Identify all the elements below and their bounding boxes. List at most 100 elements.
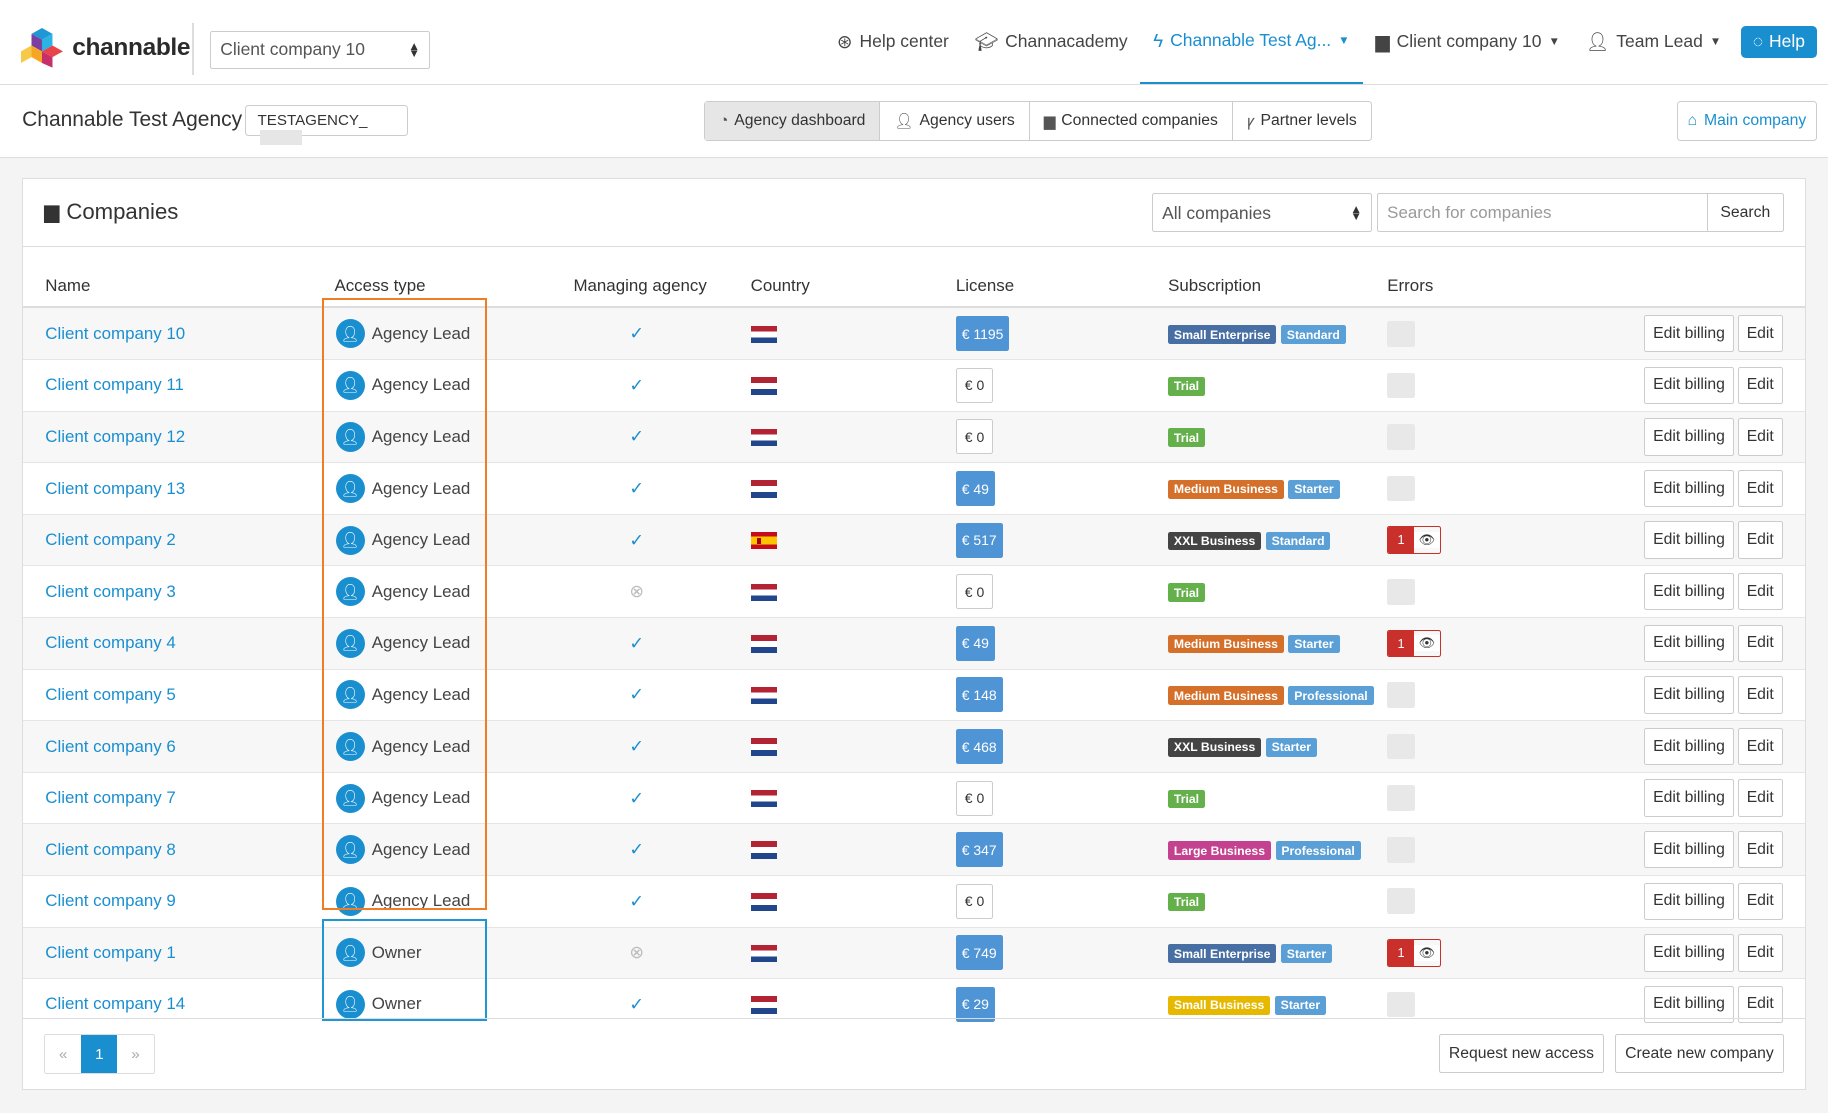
error-count: 0 xyxy=(1387,888,1416,915)
edit-billing-button[interactable]: Edit billing xyxy=(1644,418,1735,456)
subscription: Medium Business Professional xyxy=(1168,668,1388,721)
edit-button[interactable]: Edit xyxy=(1737,366,1783,404)
edit-button[interactable]: Edit xyxy=(1737,934,1783,972)
company-name-link[interactable]: Client company 4 xyxy=(23,617,335,670)
company-name-link[interactable]: Client company 11 xyxy=(23,359,335,412)
panel-title: ▆ Companies xyxy=(44,199,178,225)
access-type: 👤︎ Agency Lead xyxy=(334,577,573,607)
tab-partner-levels[interactable]: ꝩ Partner levels xyxy=(1231,102,1371,140)
search-input[interactable]: Search for companies xyxy=(1376,193,1708,232)
edit-billing-button[interactable]: Edit billing xyxy=(1644,469,1735,508)
flag-nl-icon xyxy=(750,893,778,911)
nav-user-dropdown[interactable]: 👤︎ Team Lead ▼ xyxy=(1573,0,1734,84)
company-name-link[interactable]: Client company 13 xyxy=(23,462,335,515)
check-circle-icon: ✓ xyxy=(629,374,645,395)
company-name-link[interactable]: Client company 5 xyxy=(23,668,335,721)
companies-table: Name Access type Managing agency Country… xyxy=(23,247,1806,1030)
tab-connected-companies[interactable]: ▆ Connected companies xyxy=(1028,102,1232,140)
edit-button[interactable]: Edit xyxy=(1737,676,1783,714)
users-icon: 👤︎ xyxy=(894,112,914,130)
edit-billing-button[interactable]: Edit billing xyxy=(1644,521,1735,559)
edit-billing-button[interactable]: Edit billing xyxy=(1644,831,1735,869)
edit-billing-button[interactable]: Edit billing xyxy=(1644,315,1735,353)
license-amount: € 468 xyxy=(955,729,1003,764)
nav-agency-dropdown[interactable]: ϟ Channable Test Ag... ▼ xyxy=(1140,0,1363,84)
eye-icon[interactable]: 👁︎ xyxy=(1413,944,1440,961)
row-actions: Edit billing Edit xyxy=(1457,720,1806,773)
license-amount: € 49 xyxy=(955,471,995,507)
company-name-link[interactable]: Client company 1 xyxy=(23,926,335,979)
col-access-type: Access type xyxy=(334,247,574,309)
help-button[interactable]: ◌ Help xyxy=(1741,25,1817,59)
country xyxy=(750,823,956,876)
search-button[interactable]: Search xyxy=(1706,193,1784,232)
edit-button[interactable]: Edit xyxy=(1737,573,1783,611)
col-errors: Errors xyxy=(1387,247,1458,309)
edit-billing-button[interactable]: Edit billing xyxy=(1644,573,1735,611)
edit-button[interactable]: Edit xyxy=(1737,469,1783,508)
nav-help-center[interactable]: ⊛ Help center xyxy=(824,0,962,84)
nav-company-dropdown[interactable]: ▆ Client company 10 ▼ xyxy=(1363,0,1573,84)
license-amount: € 0 xyxy=(955,367,994,403)
edit-billing-button[interactable]: Edit billing xyxy=(1644,727,1735,766)
request-access-button[interactable]: Request new access xyxy=(1438,1034,1605,1073)
access-type: 👤︎ Agency Lead xyxy=(334,628,573,658)
edit-button[interactable]: Edit xyxy=(1737,779,1783,817)
edit-button[interactable]: Edit xyxy=(1737,727,1783,766)
company-name-link[interactable]: Client company 12 xyxy=(23,410,335,463)
subscription-badge: Standard xyxy=(1265,531,1331,551)
edit-billing-button[interactable]: Edit billing xyxy=(1644,934,1735,972)
select-arrows-icon: ▲ ▼ xyxy=(408,40,420,61)
edit-button[interactable]: Edit xyxy=(1737,315,1783,353)
flag-nl-icon xyxy=(750,944,778,963)
edit-billing-button[interactable]: Edit billing xyxy=(1644,882,1735,920)
license: € 49 xyxy=(955,617,1169,670)
col-name[interactable]: Name xyxy=(23,247,335,309)
tab-agency-users[interactable]: 👤︎ Agency users xyxy=(879,102,1028,140)
error-indicator[interactable]: 1 👁︎ xyxy=(1387,629,1441,658)
error-indicator[interactable]: 1 👁︎ xyxy=(1387,526,1441,554)
check-circle-icon: ✓ xyxy=(629,890,645,911)
company-filter-select[interactable]: All companies ▲ ▼ xyxy=(1151,193,1373,232)
subscription: Trial xyxy=(1168,771,1388,824)
license: € 1195 xyxy=(955,306,1169,360)
company-name-link[interactable]: Client company 9 xyxy=(23,874,335,928)
create-company-button[interactable]: Create new company xyxy=(1614,1034,1785,1073)
error-count: 0 xyxy=(1387,785,1416,811)
flag-es-icon xyxy=(750,531,778,550)
edit-billing-button[interactable]: Edit billing xyxy=(1644,676,1735,714)
edit-button[interactable]: Edit xyxy=(1737,521,1783,559)
company-name-link[interactable]: Client company 3 xyxy=(23,565,335,618)
main-company-button[interactable]: ⌂ Main company xyxy=(1677,101,1817,141)
tab-agency-dashboard[interactable]: ◔ Agency dashboard xyxy=(705,102,880,140)
pagination-page[interactable]: 1 xyxy=(81,1035,118,1073)
help-button-label: Help xyxy=(1769,31,1805,52)
eye-icon[interactable]: 👁︎ xyxy=(1413,635,1440,652)
check-circle-icon: ✓ xyxy=(629,632,645,653)
briefcase-icon: ▆ xyxy=(44,201,60,224)
channable-logo[interactable]: channable xyxy=(20,27,190,68)
eye-icon[interactable]: 👁︎ xyxy=(1413,532,1440,549)
pagination-prev[interactable]: « xyxy=(45,1035,81,1072)
company-name-link[interactable]: Client company 7 xyxy=(23,771,335,824)
x-circle-icon: ⊗ xyxy=(629,581,645,602)
edit-button[interactable]: Edit xyxy=(1737,831,1783,869)
company-name-link[interactable]: Client company 10 xyxy=(23,306,335,360)
edit-billing-button[interactable]: Edit billing xyxy=(1644,624,1735,662)
access-type-label: Agency Lead xyxy=(371,581,471,601)
managing-agency: ✓ xyxy=(573,410,751,463)
row-actions: Edit billing Edit xyxy=(1457,410,1806,463)
company-select[interactable]: Client company 10 ▲ ▼ xyxy=(209,31,431,69)
company-name-link[interactable]: Client company 8 xyxy=(23,823,335,876)
company-name-link[interactable]: Client company 6 xyxy=(23,720,335,773)
error-indicator[interactable]: 1 👁︎ xyxy=(1387,939,1441,967)
edit-button[interactable]: Edit xyxy=(1737,882,1783,920)
nav-channacademy[interactable]: 🎓︎ Channacademy xyxy=(962,0,1141,84)
edit-button[interactable]: Edit xyxy=(1737,624,1783,662)
access-type-label: Agency Lead xyxy=(371,788,471,808)
edit-billing-button[interactable]: Edit billing xyxy=(1644,366,1735,404)
company-name-link[interactable]: Client company 2 xyxy=(23,513,335,566)
edit-button[interactable]: Edit xyxy=(1737,418,1783,456)
edit-billing-button[interactable]: Edit billing xyxy=(1644,779,1735,817)
pagination-next[interactable]: » xyxy=(117,1035,153,1072)
